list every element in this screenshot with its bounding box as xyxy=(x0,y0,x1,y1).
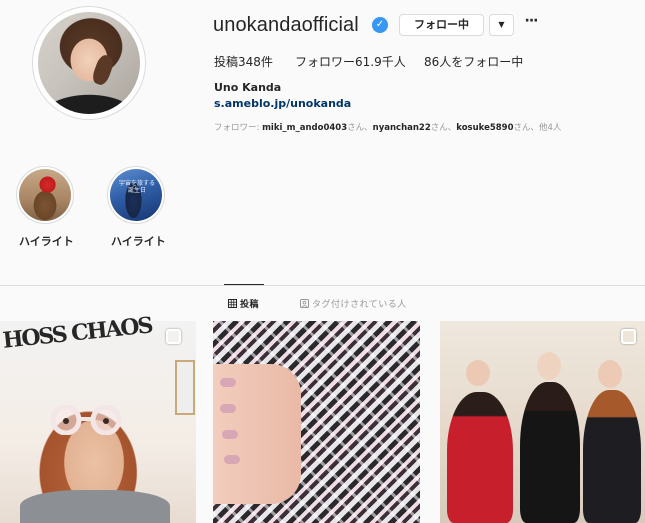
avatar[interactable] xyxy=(38,12,140,114)
highlight-label[interactable]: ハイライト xyxy=(111,233,166,249)
active-tab-indicator xyxy=(224,284,264,285)
face-shape xyxy=(537,352,561,380)
multiple-posts-icon xyxy=(166,329,181,344)
person-shape xyxy=(520,382,580,523)
glasses-shape xyxy=(50,405,122,435)
nail-shape xyxy=(224,455,240,464)
tab-posts[interactable]: 投稿 xyxy=(228,297,259,310)
followed-by-user[interactable]: nyanchan22 xyxy=(373,123,431,133)
posts-count: 投稿348件 xyxy=(214,55,273,69)
grid-icon xyxy=(228,299,237,308)
person-shape xyxy=(447,392,513,523)
nail-shape xyxy=(222,430,238,439)
face-shape xyxy=(466,360,490,386)
followed-by[interactable]: フォロワー: miki_m_ando0403さん、nyanchan22さん、ko… xyxy=(214,121,561,133)
highlight-overlay-text: 宇宙を旅する誕生日 xyxy=(118,180,155,194)
highlight-thumbnail[interactable] xyxy=(19,169,71,221)
post-frame-shape xyxy=(175,360,195,415)
followers-count[interactable]: フォロワー61.9千人 xyxy=(295,53,406,70)
following-button[interactable]: フォロー中 xyxy=(399,14,484,36)
bio-link[interactable]: s.ameblo.jp/unokanda xyxy=(214,97,351,110)
followed-by-user[interactable]: miki_m_ando0403 xyxy=(262,123,347,133)
nail-shape xyxy=(220,378,236,387)
more-options-icon[interactable]: ··· xyxy=(523,12,539,30)
followed-by-suffix: さん、他4人 xyxy=(513,123,562,133)
tab-tagged[interactable]: タグ付けされている人 xyxy=(300,297,407,310)
post-shirt-shape xyxy=(20,490,170,523)
following-count[interactable]: 86人をフォロー中 xyxy=(424,53,523,70)
tab-posts-label: 投稿 xyxy=(240,300,260,310)
nail-shape xyxy=(220,404,236,413)
highlight-thumbnail[interactable] xyxy=(110,169,162,221)
chevron-down-icon: ▼ xyxy=(498,20,505,29)
full-name: Uno Kanda xyxy=(214,81,282,94)
suggestions-dropdown-button[interactable]: ▼ xyxy=(489,14,514,36)
person-shape xyxy=(583,390,641,523)
verified-badge-icon: ✓ xyxy=(372,17,388,33)
multiple-posts-icon xyxy=(621,329,636,344)
tag-person-icon xyxy=(300,299,309,308)
face-shape xyxy=(598,360,622,388)
tab-tagged-label: タグ付けされている人 xyxy=(312,300,407,310)
username: unokandaofficial xyxy=(213,14,359,36)
followed-by-sep: さん、 xyxy=(430,123,457,133)
followed-by-sep: さん、 xyxy=(347,123,373,133)
followed-by-user[interactable]: kosuke5890 xyxy=(456,123,513,133)
followed-by-prefix: フォロワー: xyxy=(214,123,263,133)
tabs-divider xyxy=(0,285,645,286)
highlight-label[interactable]: ハイライト xyxy=(19,233,74,249)
